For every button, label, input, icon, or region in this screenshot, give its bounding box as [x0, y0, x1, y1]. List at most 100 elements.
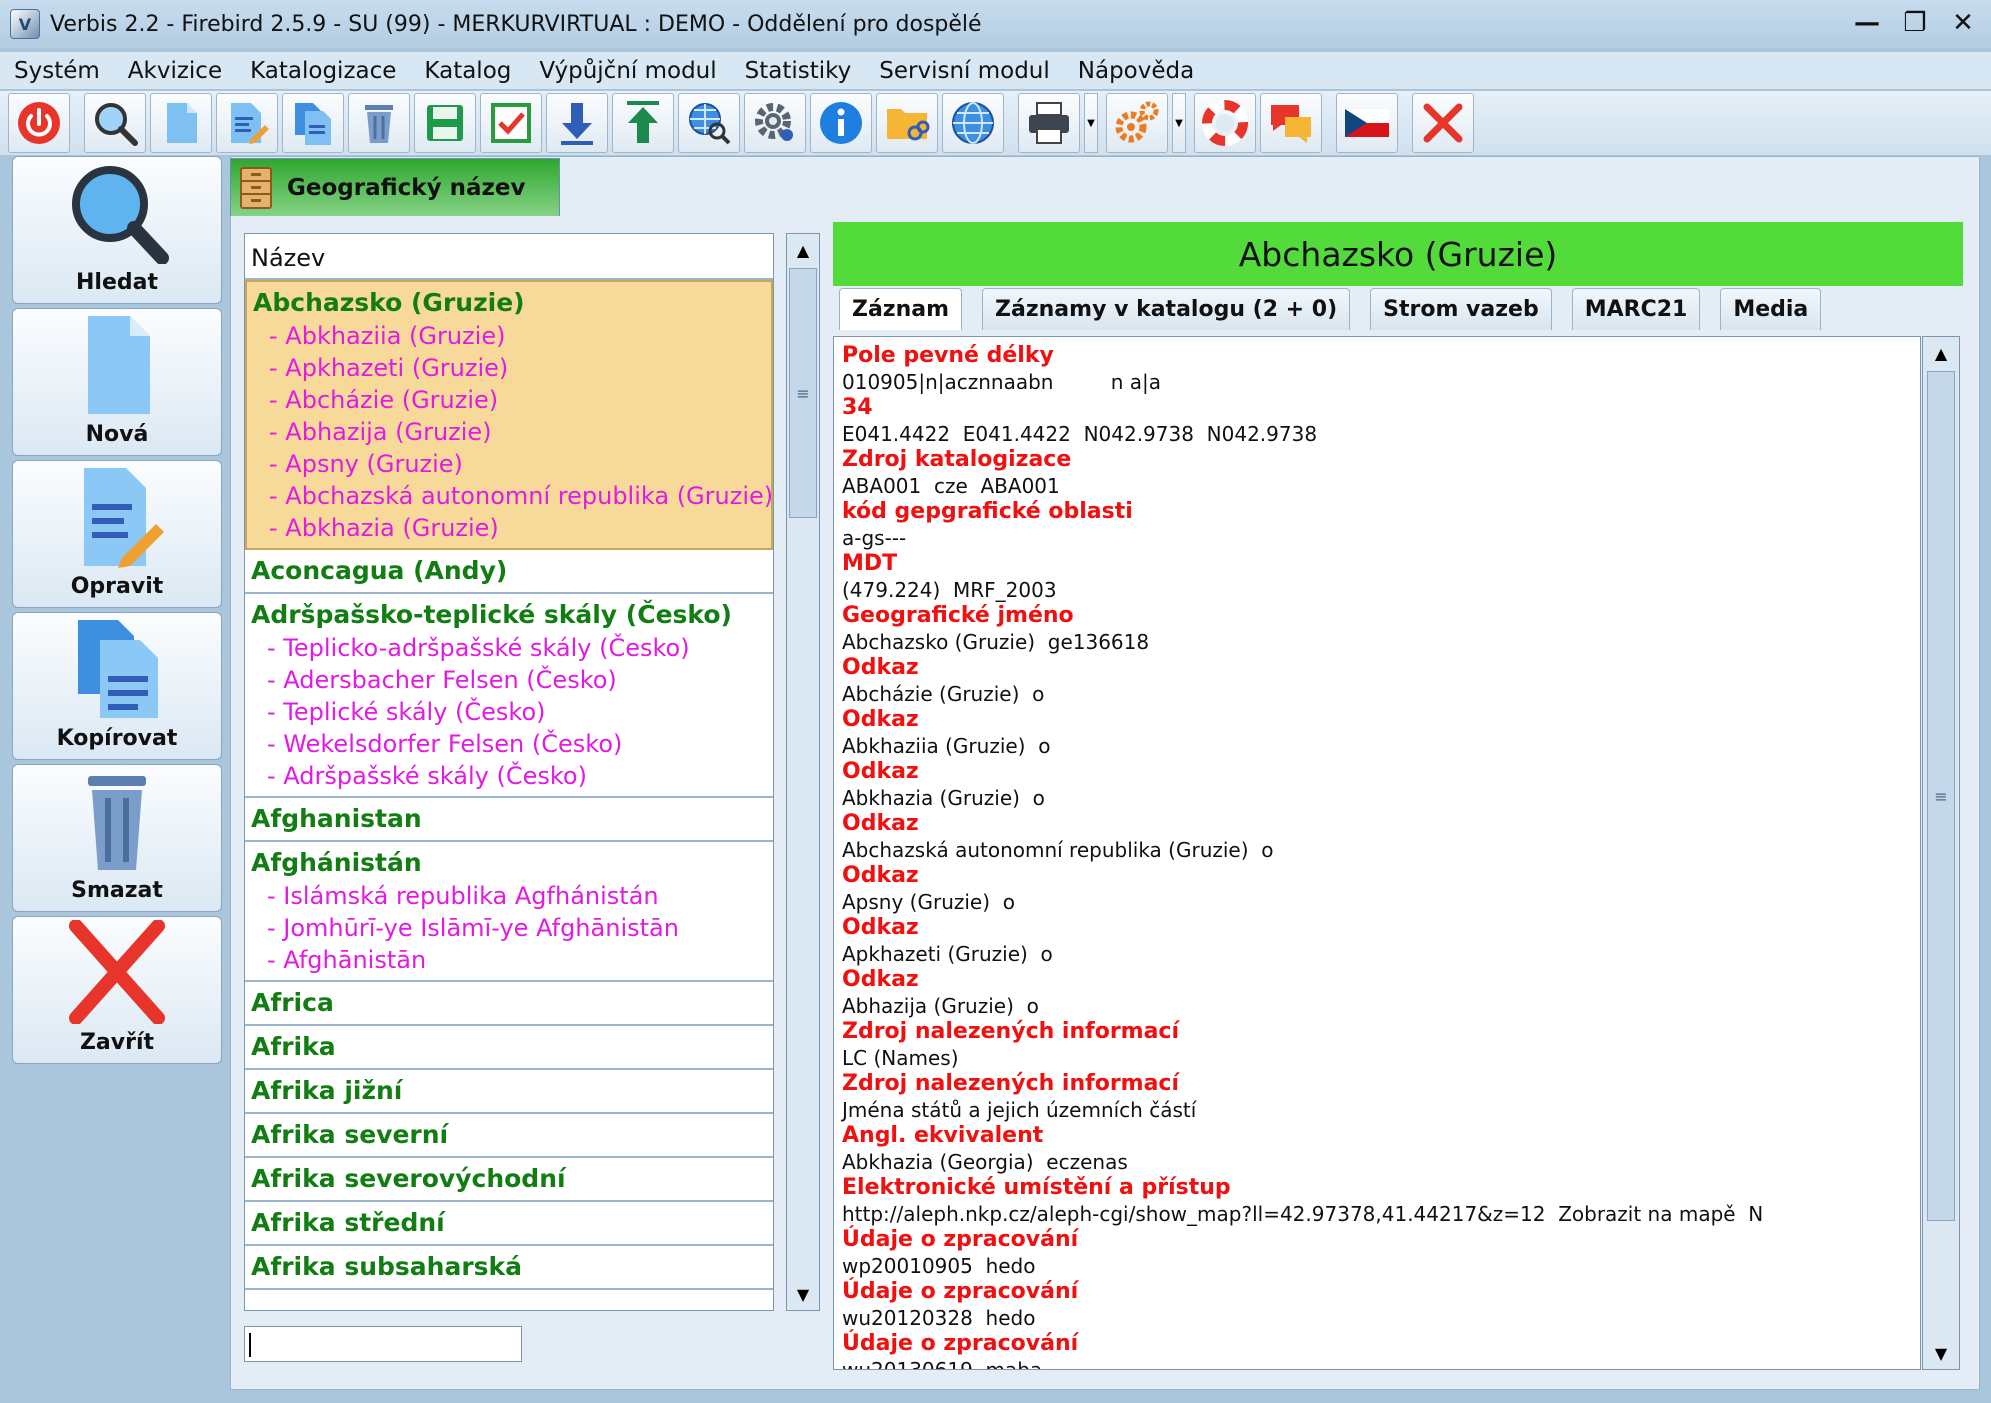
field-value: wp20010905 hedo — [842, 1254, 1036, 1278]
lifebuoy-icon — [1202, 100, 1248, 146]
language-button[interactable] — [1336, 93, 1398, 153]
menu-bar: Systém Akvizice Katalogizace Katalog Výp… — [0, 52, 1991, 90]
side-close-label: Zavřít — [79, 1030, 155, 1055]
side-search-button[interactable]: Hledat — [12, 156, 222, 304]
list-item-title: Afghanistan — [251, 804, 422, 833]
power-button[interactable] — [8, 93, 70, 153]
side-new-button[interactable]: Nová — [12, 308, 222, 456]
print-button[interactable] — [1018, 93, 1080, 153]
list-item-title: Afghánistán — [251, 848, 422, 877]
scroll-down-icon[interactable]: ▼ — [1927, 1339, 1955, 1367]
field-label: 34 — [842, 395, 873, 420]
globe-search-icon — [689, 103, 731, 145]
tab-media[interactable]: Media — [1720, 288, 1822, 330]
info-button[interactable] — [810, 93, 872, 153]
field-value: Jména států a jejich územních částí — [842, 1098, 1197, 1122]
list-item-alias: - Abkhazia (Gruzie) — [269, 514, 499, 542]
list-item[interactable]: Afrika severní — [245, 1114, 773, 1158]
side-new-label: Nová — [85, 422, 149, 447]
print-dropdown[interactable]: ▼ — [1084, 93, 1098, 153]
copy-document-icon — [295, 103, 331, 145]
settings-button[interactable] — [744, 93, 806, 153]
messages-button[interactable] — [1260, 93, 1322, 153]
web-search-button[interactable] — [678, 93, 740, 153]
copy-document-icon — [78, 620, 158, 718]
maximize-button[interactable]: ❐ — [1895, 4, 1935, 42]
list-item-title: Abchazsko (Gruzie) — [253, 288, 525, 317]
scroll-up-icon[interactable]: ▲ — [1927, 339, 1955, 367]
menu-katalog[interactable]: Katalog — [410, 58, 525, 84]
download-arrow-icon — [561, 103, 593, 145]
menu-vypujcni-modul[interactable]: Výpůjční modul — [525, 58, 730, 84]
list-item[interactable]: Afrika severovýchodní — [245, 1158, 773, 1202]
scroll-up-icon[interactable]: ▲ — [789, 236, 817, 264]
list-item[interactable]: Abchazsko (Gruzie) - Abkhaziia (Gruzie) - … — [245, 280, 773, 550]
scroll-thumb[interactable]: ≡ — [789, 268, 817, 518]
list-item[interactable]: Afghánistán - Islámská republika Agfhánis… — [245, 842, 773, 982]
confirm-button[interactable] — [480, 93, 542, 153]
list-item[interactable]: Africa — [245, 982, 773, 1026]
delete-record-button[interactable] — [348, 93, 410, 153]
new-document-icon — [167, 103, 197, 143]
side-copy-button[interactable]: Kopírovat — [12, 612, 222, 760]
help-button[interactable] — [1194, 93, 1256, 153]
field-value: Abhazija (Gruzie) o — [842, 994, 1039, 1018]
file-cabinet-icon — [240, 166, 272, 209]
scroll-thumb[interactable]: ≡ — [1927, 371, 1955, 1221]
list-scrollbar[interactable]: ▲ ≡ ▼ — [786, 233, 820, 1311]
menu-statistiky[interactable]: Statistiky — [731, 58, 866, 84]
close-window-button[interactable]: ✕ — [1943, 4, 1983, 42]
list-item-alias: - Apkhazeti (Gruzie) — [269, 354, 509, 382]
list-item[interactable]: Afrika subsaharská — [245, 1246, 773, 1290]
edit-record-button[interactable] — [216, 93, 278, 153]
module-tab[interactable]: Geografický název — [230, 158, 560, 216]
field-label: Zdroj nalezených informací — [842, 1071, 1180, 1096]
scroll-down-icon[interactable]: ▼ — [789, 1280, 817, 1308]
menu-servisni-modul[interactable]: Servisní modul — [865, 58, 1064, 84]
folder-link-button[interactable] — [876, 93, 938, 153]
list-item-alias: - Jomhūrī-ye Islāmī-ye Afghānistān — [267, 914, 679, 942]
field-value: Apsny (Gruzie) o — [842, 890, 1015, 914]
list-item[interactable]: Afrika — [245, 1026, 773, 1070]
list-item-alias: - Wekelsdorfer Felsen (Česko) — [267, 730, 623, 758]
toolbar: ▼ ▼ — [0, 91, 1991, 155]
field-value: LC (Names) — [842, 1046, 959, 1070]
list-item[interactable]: Adršpašsko-teplické skály (Česko) - Tepli… — [245, 594, 773, 798]
save-button[interactable] — [414, 93, 476, 153]
menu-katalogizace[interactable]: Katalogizace — [236, 58, 410, 84]
module-tab-label: Geografický název — [287, 174, 526, 201]
copy-record-button[interactable] — [282, 93, 344, 153]
search-button[interactable] — [84, 93, 146, 153]
detail-scrollbar[interactable]: ▲ ≡ ▼ — [1922, 336, 1960, 1370]
export-button[interactable] — [612, 93, 674, 153]
import-button[interactable] — [546, 93, 608, 153]
side-close-button[interactable]: Zavřít — [12, 916, 222, 1064]
side-copy-label: Kopírovat — [56, 726, 178, 751]
list-column-header[interactable]: Název — [245, 234, 773, 280]
field-value: 010905|n|acznnaabn n a|a — [842, 370, 1161, 394]
list-item[interactable]: Afrika jižní — [245, 1070, 773, 1114]
tab-zaznam[interactable]: Záznam — [839, 288, 963, 330]
list-item[interactable]: Afghanistan — [245, 798, 773, 842]
new-record-button[interactable] — [150, 93, 212, 153]
menu-napoveda[interactable]: Nápověda — [1064, 58, 1208, 84]
field-value: http://aleph.nkp.cz/aleph-cgi/show_map?l… — [842, 1202, 1764, 1226]
tools-dropdown[interactable]: ▼ — [1172, 93, 1186, 153]
side-delete-button[interactable]: Smazat — [12, 764, 222, 912]
menu-akvizice[interactable]: Akvizice — [114, 58, 236, 84]
web-button[interactable] — [942, 93, 1004, 153]
tab-strom-vazeb[interactable]: Strom vazeb — [1370, 288, 1552, 330]
field-value: (479.224) MRF_2003 — [842, 578, 1057, 602]
tools-button[interactable] — [1106, 93, 1168, 153]
tab-marc21[interactable]: MARC21 — [1571, 288, 1701, 330]
list-item[interactable]: Aconcagua (Andy) — [245, 550, 773, 594]
menu-system[interactable]: Systém — [0, 58, 114, 84]
field-label: Údaje o zpracování — [842, 1279, 1079, 1304]
list-search-input[interactable] — [244, 1326, 522, 1362]
field-label: Údaje o zpracování — [842, 1227, 1079, 1252]
tab-zaznamy-v-katalogu[interactable]: Záznamy v katalogu (2 + 0) — [982, 288, 1351, 330]
close-button[interactable] — [1412, 93, 1474, 153]
list-item[interactable]: Afrika střední — [245, 1202, 773, 1246]
side-edit-button[interactable]: Opravit — [12, 460, 222, 608]
minimize-button[interactable]: — — [1847, 4, 1887, 42]
